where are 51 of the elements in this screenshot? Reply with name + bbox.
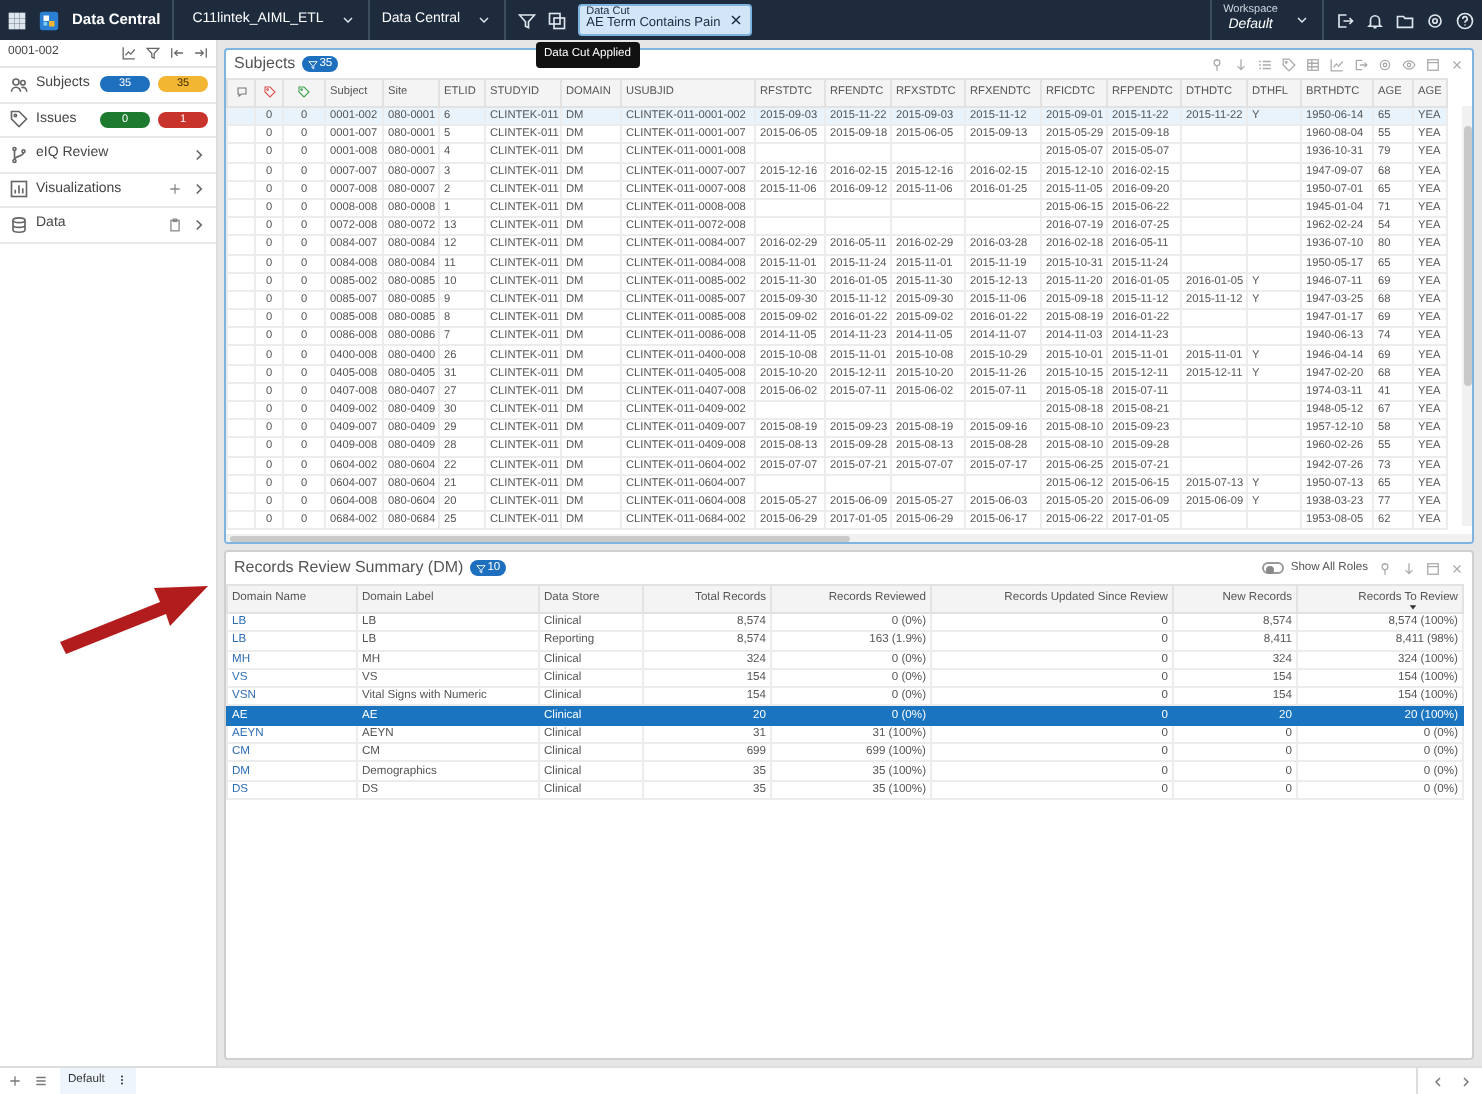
clipboard-icon[interactable]	[168, 217, 182, 232]
arrow-down-icon[interactable]	[1234, 57, 1248, 71]
window-icon[interactable]	[1426, 57, 1440, 71]
plus-icon[interactable]	[168, 182, 182, 197]
filter-icon[interactable]	[146, 46, 160, 60]
panel-title: Subjects	[234, 52, 296, 76]
filter-icon	[475, 563, 486, 573]
bell-icon[interactable]	[1366, 11, 1384, 29]
plus-icon[interactable]	[8, 1074, 22, 1088]
chevron-left-icon[interactable]	[1430, 1073, 1446, 1089]
branch-icon	[10, 145, 28, 164]
menu-icon[interactable]	[34, 1074, 48, 1088]
pin-icon[interactable]	[1210, 57, 1224, 71]
close-icon	[728, 11, 745, 28]
close-icon[interactable]	[1450, 561, 1464, 575]
help-icon[interactable]	[1456, 11, 1474, 29]
apps-grid-icon[interactable]	[8, 11, 26, 29]
close-button[interactable]	[728, 11, 745, 28]
tag-icon	[10, 110, 28, 129]
arrow-left-icon[interactable]	[170, 46, 184, 60]
chart-icon	[10, 180, 28, 199]
folder-icon[interactable]	[1396, 11, 1414, 29]
tag-icon[interactable]	[298, 85, 310, 98]
toggle-switch[interactable]	[1262, 562, 1285, 574]
filter-icon	[307, 59, 318, 69]
export-icon[interactable]	[1354, 57, 1368, 71]
arrow-down-icon[interactable]	[1402, 561, 1416, 575]
chevron-down-icon	[339, 12, 356, 28]
panel-title: Records Review Summary (DM)	[234, 556, 464, 580]
vertical-scrollbar[interactable]	[1462, 106, 1472, 526]
copy-icon[interactable]	[548, 11, 567, 29]
close-icon[interactable]	[1450, 57, 1464, 71]
eye-icon[interactable]	[1402, 57, 1416, 71]
pin-icon[interactable]	[1378, 561, 1392, 575]
horizontal-scrollbar[interactable]	[226, 534, 1472, 542]
database-icon	[10, 215, 28, 234]
line-chart-icon[interactable]	[122, 46, 136, 60]
tag-icon[interactable]	[263, 85, 275, 98]
chevron-right-icon[interactable]	[1458, 1073, 1474, 1089]
chevron-down-icon	[476, 12, 493, 28]
arrow-right-icon[interactable]	[194, 46, 208, 60]
list-icon[interactable]	[1258, 57, 1272, 71]
table-icon[interactable]	[1306, 57, 1320, 71]
comment-icon[interactable]	[235, 85, 247, 98]
window-icon[interactable]	[1426, 561, 1440, 575]
tag-icon[interactable]	[1282, 57, 1296, 71]
people-icon	[10, 75, 28, 94]
exit-icon[interactable]	[1336, 11, 1354, 29]
logo-icon	[38, 9, 60, 31]
chevron-down-icon	[1294, 11, 1310, 28]
line-chart-icon[interactable]	[1330, 57, 1344, 71]
